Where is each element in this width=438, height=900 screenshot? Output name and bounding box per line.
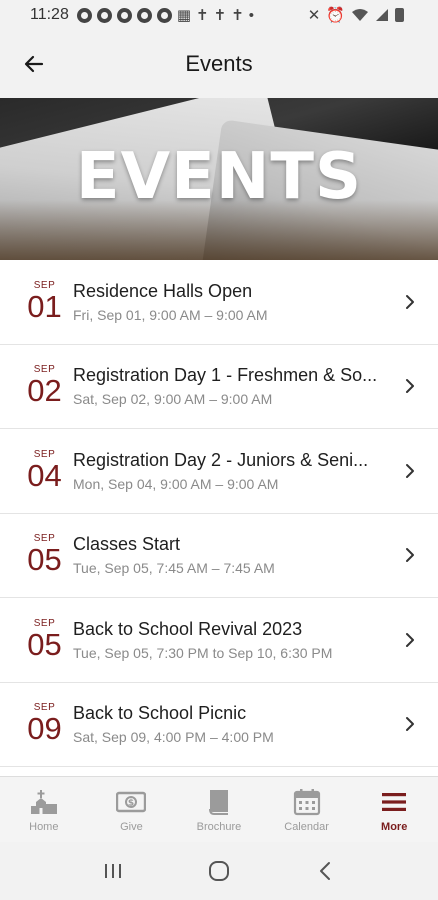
cross-icon: ✝: [231, 6, 244, 24]
calendar-notification-icon: ▦: [176, 6, 192, 24]
hero-title: EVENTS: [75, 140, 363, 214]
chevron-right-icon: [406, 379, 414, 394]
tab-home[interactable]: Home: [0, 777, 88, 842]
event-list-item[interactable]: SEP 05 Classes Start Tue, Sep 05, 7:45 A…: [0, 514, 438, 598]
recent-apps-button[interactable]: [93, 851, 133, 891]
tab-calendar[interactable]: Calendar: [263, 777, 351, 842]
event-list-item[interactable]: SEP 09 Back to School Picnic Sat, Sep 09…: [0, 683, 438, 767]
chevron-right-icon: [406, 632, 414, 647]
event-time: Fri, Sep 01, 9:00 AM – 9:00 AM: [73, 306, 268, 323]
battery-icon: [395, 8, 404, 22]
chevron-right-icon: [406, 294, 414, 309]
event-text: Back to School Revival 2023 Tue, Sep 05,…: [73, 618, 438, 662]
alarm-icon: ⏰: [326, 6, 345, 24]
event-date: SEP 09: [0, 703, 73, 745]
home-circle-icon: [209, 861, 229, 881]
event-text: Back to School Picnic Sat, Sep 09, 4:00 …: [73, 702, 438, 746]
event-time: Sat, Sep 09, 4:00 PM – 4:00 PM: [73, 729, 274, 746]
status-time: 11:28: [30, 6, 69, 23]
event-day: 05: [27, 542, 62, 578]
tab-label: Home: [29, 821, 59, 833]
event-date: SEP 05: [0, 618, 73, 662]
tab-brochure[interactable]: Brochure: [175, 777, 263, 842]
hero-banner: EVENTS: [0, 98, 438, 260]
bottom-tab-bar: Home $ Give Brochure Calendar More: [0, 776, 438, 842]
notification-icon: [156, 7, 172, 23]
tab-label: More: [381, 821, 408, 833]
tab-label: Calendar: [284, 821, 329, 833]
tab-give[interactable]: $ Give: [88, 777, 176, 842]
tab-more[interactable]: More: [350, 777, 438, 842]
page-title: Events: [185, 51, 253, 76]
event-title: Registration Day 1 - Freshmen & So...: [73, 365, 378, 386]
event-time: Tue, Sep 05, 7:45 AM – 7:45 AM: [73, 560, 275, 577]
event-time: Tue, Sep 05, 7:30 PM to Sep 10, 6:30 PM: [73, 644, 333, 661]
book-icon: [204, 787, 234, 817]
status-bar: 11:28 ▦ ✝ ✝ ✝ • ✕ ⏰: [0, 0, 438, 30]
system-back-button[interactable]: [305, 851, 345, 891]
event-time: Mon, Sep 04, 9:00 AM – 9:00 AM: [73, 475, 279, 492]
event-title: Back to School Picnic: [73, 703, 247, 724]
event-title: Classes Start: [73, 534, 181, 555]
event-title: Registration Day 2 - Juniors & Seni...: [73, 449, 369, 470]
event-day: 01: [27, 288, 62, 324]
signal-icon: [376, 9, 388, 21]
notification-icon: [116, 7, 132, 23]
church-icon: [29, 787, 59, 817]
recent-apps-icon: [105, 864, 121, 878]
cross-icon: ✝: [213, 6, 227, 24]
event-title: Residence Halls Open: [73, 280, 253, 301]
system-nav-bar: [0, 842, 438, 900]
event-day: 05: [27, 626, 62, 662]
chevron-right-icon: [406, 548, 414, 563]
event-list: SEP 01 Residence Halls Open Fri, Sep 01,…: [0, 260, 438, 767]
notification-icon: [96, 7, 112, 23]
back-button[interactable]: [18, 48, 50, 80]
event-text: Registration Day 1 - Freshmen & So... Sa…: [73, 364, 438, 408]
event-date: SEP 02: [0, 365, 73, 407]
event-text: Classes Start Tue, Sep 05, 7:45 AM – 7:4…: [73, 533, 438, 577]
event-list-item[interactable]: SEP 04 Registration Day 2 - Juniors & Se…: [0, 429, 438, 514]
tab-label: Brochure: [196, 821, 242, 833]
wifi-icon: [352, 9, 368, 21]
event-date: SEP 04: [0, 449, 73, 493]
event-day: 04: [27, 457, 62, 493]
notification-icon: [76, 7, 92, 23]
home-button[interactable]: [199, 851, 239, 891]
event-text: Residence Halls Open Fri, Sep 01, 9:00 A…: [73, 280, 438, 324]
event-list-item[interactable]: SEP 05 Back to School Revival 2023 Tue, …: [0, 598, 438, 683]
svg-text:$: $: [128, 799, 134, 809]
event-day: 02: [27, 373, 62, 409]
notification-icon: [136, 7, 152, 23]
back-arrow-icon: [24, 55, 44, 73]
event-text: Registration Day 2 - Juniors & Seni... M…: [73, 449, 438, 493]
more-notifications-icon: •: [248, 6, 255, 24]
menu-icon: [379, 787, 409, 817]
cross-icon: ✝: [196, 6, 209, 24]
mute-icon: ✕: [307, 6, 321, 24]
calendar-icon: [292, 787, 322, 817]
system-icons: ✕ ⏰: [308, 8, 404, 23]
event-date: SEP 05: [0, 534, 73, 576]
money-icon: $: [116, 787, 147, 817]
event-date: SEP 01: [0, 280, 73, 324]
app-bar: Events: [0, 30, 438, 98]
tab-label: Give: [120, 821, 143, 833]
event-day: 09: [27, 711, 62, 747]
event-list-item[interactable]: SEP 02 Registration Day 1 - Freshmen & S…: [0, 345, 438, 429]
event-title: Back to School Revival 2023: [73, 618, 303, 639]
chevron-right-icon: [406, 463, 414, 478]
event-time: Sat, Sep 02, 9:00 AM – 9:00 AM: [73, 391, 273, 408]
back-chevron-icon: [320, 862, 330, 880]
chevron-right-icon: [406, 717, 414, 732]
notification-icons: ▦ ✝ ✝ ✝ •: [76, 6, 255, 24]
event-list-item[interactable]: SEP 01 Residence Halls Open Fri, Sep 01,…: [0, 260, 438, 345]
